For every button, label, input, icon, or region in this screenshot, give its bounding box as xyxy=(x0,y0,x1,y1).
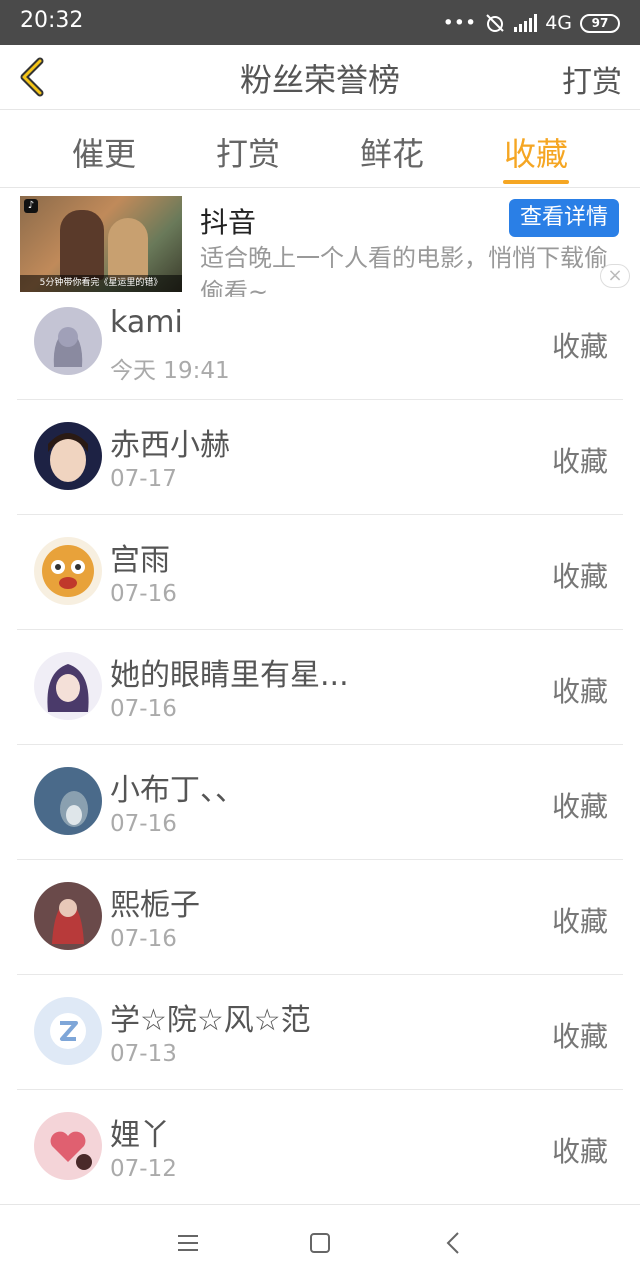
fan-date: 07-13 xyxy=(110,1041,177,1067)
fan-action: 收藏 xyxy=(551,675,608,708)
list-item[interactable]: kami 今天 19:41 收藏 xyxy=(0,285,640,400)
avatar-image xyxy=(34,537,102,605)
ad-title: 抖音 xyxy=(200,206,257,239)
fan-action: 收藏 xyxy=(551,790,608,823)
fan-date: 07-16 xyxy=(110,926,177,952)
ad-banner[interactable]: ♪ 5分钟带你看完《星运里的错》 抖音 查看详情 适合晚上一个人看的电影，悄悄下… xyxy=(0,189,640,299)
list-item[interactable]: 娌丫 07-12 收藏 xyxy=(0,1090,640,1205)
fan-action: 收藏 xyxy=(551,1020,608,1053)
status-time: 20:32 xyxy=(20,8,84,33)
fan-action: 收藏 xyxy=(551,905,608,938)
list-item[interactable]: 熙栀子 07-16 收藏 xyxy=(0,860,640,975)
avatar-image xyxy=(34,882,102,950)
fan-action: 收藏 xyxy=(551,445,608,478)
home-icon[interactable] xyxy=(306,1229,334,1257)
list-item[interactable]: 她的眼睛里有星... 07-16 收藏 xyxy=(0,630,640,745)
page-title: 粉丝荣誉榜 xyxy=(239,61,400,99)
list-item[interactable]: 学☆院☆风☆范 07-13 收藏 xyxy=(0,975,640,1090)
active-tab-indicator xyxy=(503,180,569,184)
ad-figure xyxy=(60,210,104,280)
muted-alarm-icon xyxy=(486,14,504,32)
fan-list: kami 今天 19:41 收藏 赤西小赫 07-17 收藏 宫雨 07-16 … xyxy=(0,285,640,1205)
avatar[interactable] xyxy=(34,1112,102,1180)
fan-name: 她的眼睛里有星... xyxy=(110,658,349,693)
reward-button[interactable]: 打赏 xyxy=(562,57,622,101)
menu-icon[interactable] xyxy=(174,1229,202,1257)
fan-name: 学☆院☆风☆范 xyxy=(110,1003,311,1038)
tab-reward[interactable]: 打赏 xyxy=(198,129,298,175)
list-item[interactable]: 赤西小赫 07-17 收藏 xyxy=(0,400,640,515)
signal-icon xyxy=(514,14,538,32)
avatar[interactable] xyxy=(34,997,102,1065)
fan-date: 07-16 xyxy=(110,581,177,607)
more-dots-icon: ••• xyxy=(442,12,477,34)
avatar[interactable] xyxy=(34,307,102,375)
fan-name: 娌丫 xyxy=(110,1118,170,1153)
system-nav-bar xyxy=(0,1204,640,1280)
ad-details-button[interactable]: 查看详情 xyxy=(509,199,619,237)
status-icons: ••• 4G 97 xyxy=(443,9,620,37)
fan-name: 熙栀子 xyxy=(110,888,200,923)
network-type: 4G xyxy=(545,12,572,34)
tiktok-logo-icon: ♪ xyxy=(24,199,38,213)
tab-urge[interactable]: 催更 xyxy=(54,129,154,175)
status-bar: 20:32 ••• 4G 97 xyxy=(0,0,640,45)
nav-bar: 粉丝荣誉榜 打赏 xyxy=(0,45,640,110)
avatar[interactable] xyxy=(34,882,102,950)
ad-figure xyxy=(108,218,148,280)
fan-date: 07-17 xyxy=(110,466,177,492)
fan-action: 收藏 xyxy=(551,330,608,363)
avatar-image xyxy=(34,997,102,1065)
battery-icon: 97 xyxy=(580,13,620,33)
fan-name: kami xyxy=(110,305,183,340)
list-item[interactable]: 宫雨 07-16 收藏 xyxy=(0,515,640,630)
avatar[interactable] xyxy=(34,767,102,835)
avatar-image xyxy=(34,307,102,375)
tab-flowers[interactable]: 鲜花 xyxy=(342,129,442,175)
avatar[interactable] xyxy=(34,652,102,720)
avatar[interactable] xyxy=(34,537,102,605)
avatar-image xyxy=(34,1112,102,1180)
avatar-image xyxy=(34,652,102,720)
fan-action: 收藏 xyxy=(551,1135,608,1168)
avatar-image xyxy=(34,767,102,835)
list-item[interactable]: 小布丁、、 07-16 收藏 xyxy=(0,745,640,860)
chevron-left-icon xyxy=(20,57,44,97)
fan-action: 收藏 xyxy=(551,560,608,593)
fan-date: 07-12 xyxy=(110,1156,177,1182)
fan-date: 今天 19:41 xyxy=(110,358,230,384)
tab-bar: 催更 打赏 鲜花 收藏 xyxy=(0,111,640,188)
fan-date: 07-16 xyxy=(110,696,177,722)
avatar-image xyxy=(34,422,102,490)
fan-name: 宫雨 xyxy=(110,543,170,578)
avatar[interactable] xyxy=(34,422,102,490)
ad-thumbnail[interactable]: ♪ 5分钟带你看完《星运里的错》 xyxy=(20,196,182,292)
fan-date: 07-16 xyxy=(110,811,177,837)
fan-name: 小布丁、、 xyxy=(110,773,245,808)
fan-name: 赤西小赫 xyxy=(110,428,230,463)
back-button[interactable] xyxy=(14,53,54,101)
back-nav-icon[interactable] xyxy=(440,1229,468,1257)
tab-collect[interactable]: 收藏 xyxy=(486,129,586,175)
